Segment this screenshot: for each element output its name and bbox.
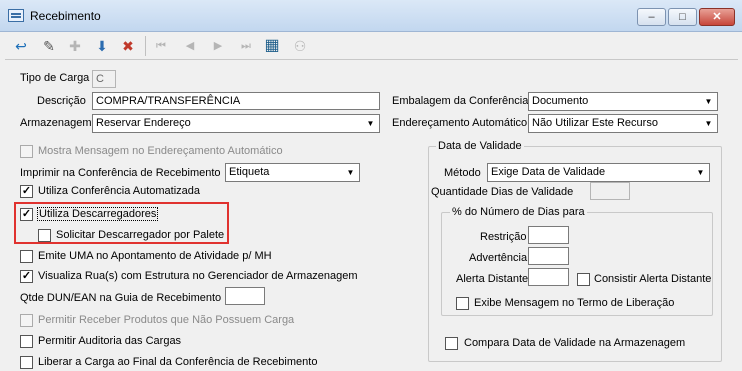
window-title: Recebimento [30,9,101,23]
new-icon[interactable]: ✚ [64,35,86,57]
next-icon[interactable]: ▶ [207,35,229,57]
toolbar: ↩ ✎ ✚ ⬇ ✖ ⏮ ◀ ▶ ⏭ ▦ ⚇ [4,32,738,58]
metodo-value: Exige Data de Validade [491,166,606,178]
advertencia-label: Advertência [469,252,528,264]
emite-uma-checkbox[interactable] [20,250,33,263]
armazenagem-label: Armazenagem [20,117,92,129]
toolbar-separator [145,36,146,56]
chevron-down-icon[interactable]: ▼ [701,116,716,131]
delete-icon[interactable]: ✖ [117,35,139,57]
armazenagem-value: Reservar Endereço [96,117,191,129]
embalagem-value: Documento [532,95,589,107]
permitir-auditoria-checkbox[interactable] [20,335,33,348]
embalagem-select[interactable]: Documento ▼ [528,92,718,111]
chevron-down-icon[interactable]: ▼ [363,116,378,131]
quantidade-dias-label: Quantidade Dias de Validade [431,186,574,198]
embalagem-label: Embalagem da Conferência [392,95,529,107]
enderecamento-label: Endereçamento Automático [392,117,528,129]
qtde-dun-label: Qtde DUN/EAN na Guia de Recebimento [20,292,222,304]
metodo-label: Método [444,167,481,179]
chevron-down-icon[interactable]: ▼ [693,165,708,180]
emite-uma-label: Emite UMA no Apontamento de Atividade p/… [38,250,272,262]
last-icon[interactable]: ⏭ [235,35,257,57]
liberar-carga-label: Liberar a Carga ao Final da Conferência … [38,356,318,368]
liberar-carga-checkbox[interactable] [20,356,33,369]
chevron-down-icon[interactable]: ▼ [343,165,358,180]
tipo-carga-label: Tipo de Carga [20,72,90,84]
compara-data-label: Compara Data de Validade na Armazenagem [464,337,686,349]
app-icon [8,9,24,22]
title-bar: Recebimento – □ ✕ [0,0,742,32]
percent-group-title: % do Número de Dias para [450,206,587,218]
mostra-msg-label: Mostra Mensagem no Endereçamento Automát… [38,145,283,157]
permitir-receber-checkbox[interactable] [20,314,33,327]
alerta-distante-field[interactable] [528,268,569,286]
qtde-dun-field[interactable] [225,287,265,305]
prev-icon[interactable]: ◀ [179,35,201,57]
consistir-alerta-label: Consistir Alerta Distante [594,273,712,285]
mostra-msg-checkbox[interactable] [20,145,33,158]
compara-data-checkbox[interactable] [445,337,458,350]
exibe-msg-label: Exibe Mensagem no Termo de Liberação [474,297,675,309]
enderecamento-select[interactable]: Não Utilizar Este Recurso ▼ [528,114,718,133]
solicitar-desc-label: Solicitar Descarregador por Palete [56,229,225,241]
utiliza-conf-auto-checkbox[interactable]: ✓ [20,185,33,198]
close-button[interactable]: ✕ [699,8,735,26]
descricao-label: Descrição [37,95,86,107]
imprimir-label: Imprimir na Conferência de Recebimento [20,167,221,179]
utiliza-desc-label: Utiliza Descarregadores [37,207,159,221]
armazenagem-select[interactable]: Reservar Endereço ▼ [92,114,380,133]
alerta-distante-label: Alerta Distante [456,273,529,285]
advertencia-field[interactable] [528,247,569,265]
binoculars-icon[interactable]: ⚇ [289,35,311,57]
imprimir-value: Etiqueta [229,166,270,178]
minimize-button[interactable]: – [637,8,666,26]
restricao-field[interactable] [528,226,569,244]
grid-icon[interactable]: ▦ [261,35,283,57]
permitir-auditoria-label: Permitir Auditoria das Cargas [38,335,182,347]
enderecamento-value: Não Utilizar Este Recurso [532,117,658,129]
chevron-down-icon[interactable]: ▼ [701,94,716,109]
metodo-select[interactable]: Exige Data de Validade ▼ [487,163,710,182]
first-icon[interactable]: ⏮ [150,35,172,57]
save-icon[interactable]: ⬇ [91,35,113,57]
visualiza-rua-checkbox[interactable]: ✓ [20,270,33,283]
utiliza-desc-checkbox[interactable]: ✓ [20,208,33,221]
exit-icon[interactable]: ↩ [10,35,32,57]
edit-icon[interactable]: ✎ [38,35,60,57]
permitir-receber-label: Permitir Receber Produtos que Não Possue… [38,314,295,326]
validade-group-title: Data de Validade [436,140,524,152]
restricao-label: Restrição [480,231,527,243]
solicitar-desc-checkbox[interactable] [38,229,51,242]
utiliza-conf-auto-label: Utiliza Conferência Automatizada [38,185,201,197]
imprimir-select[interactable]: Etiqueta ▼ [225,163,360,182]
quantidade-dias-field[interactable] [590,182,630,200]
consistir-alerta-checkbox[interactable] [577,273,590,286]
tipo-carga-field[interactable]: C [92,70,116,88]
exibe-msg-checkbox[interactable] [456,297,469,310]
descricao-field[interactable]: COMPRA/TRANSFERÊNCIA [92,92,380,110]
visualiza-rua-label: Visualiza Rua(s) com Estrutura no Gerenc… [38,270,358,282]
maximize-button[interactable]: □ [668,8,697,26]
